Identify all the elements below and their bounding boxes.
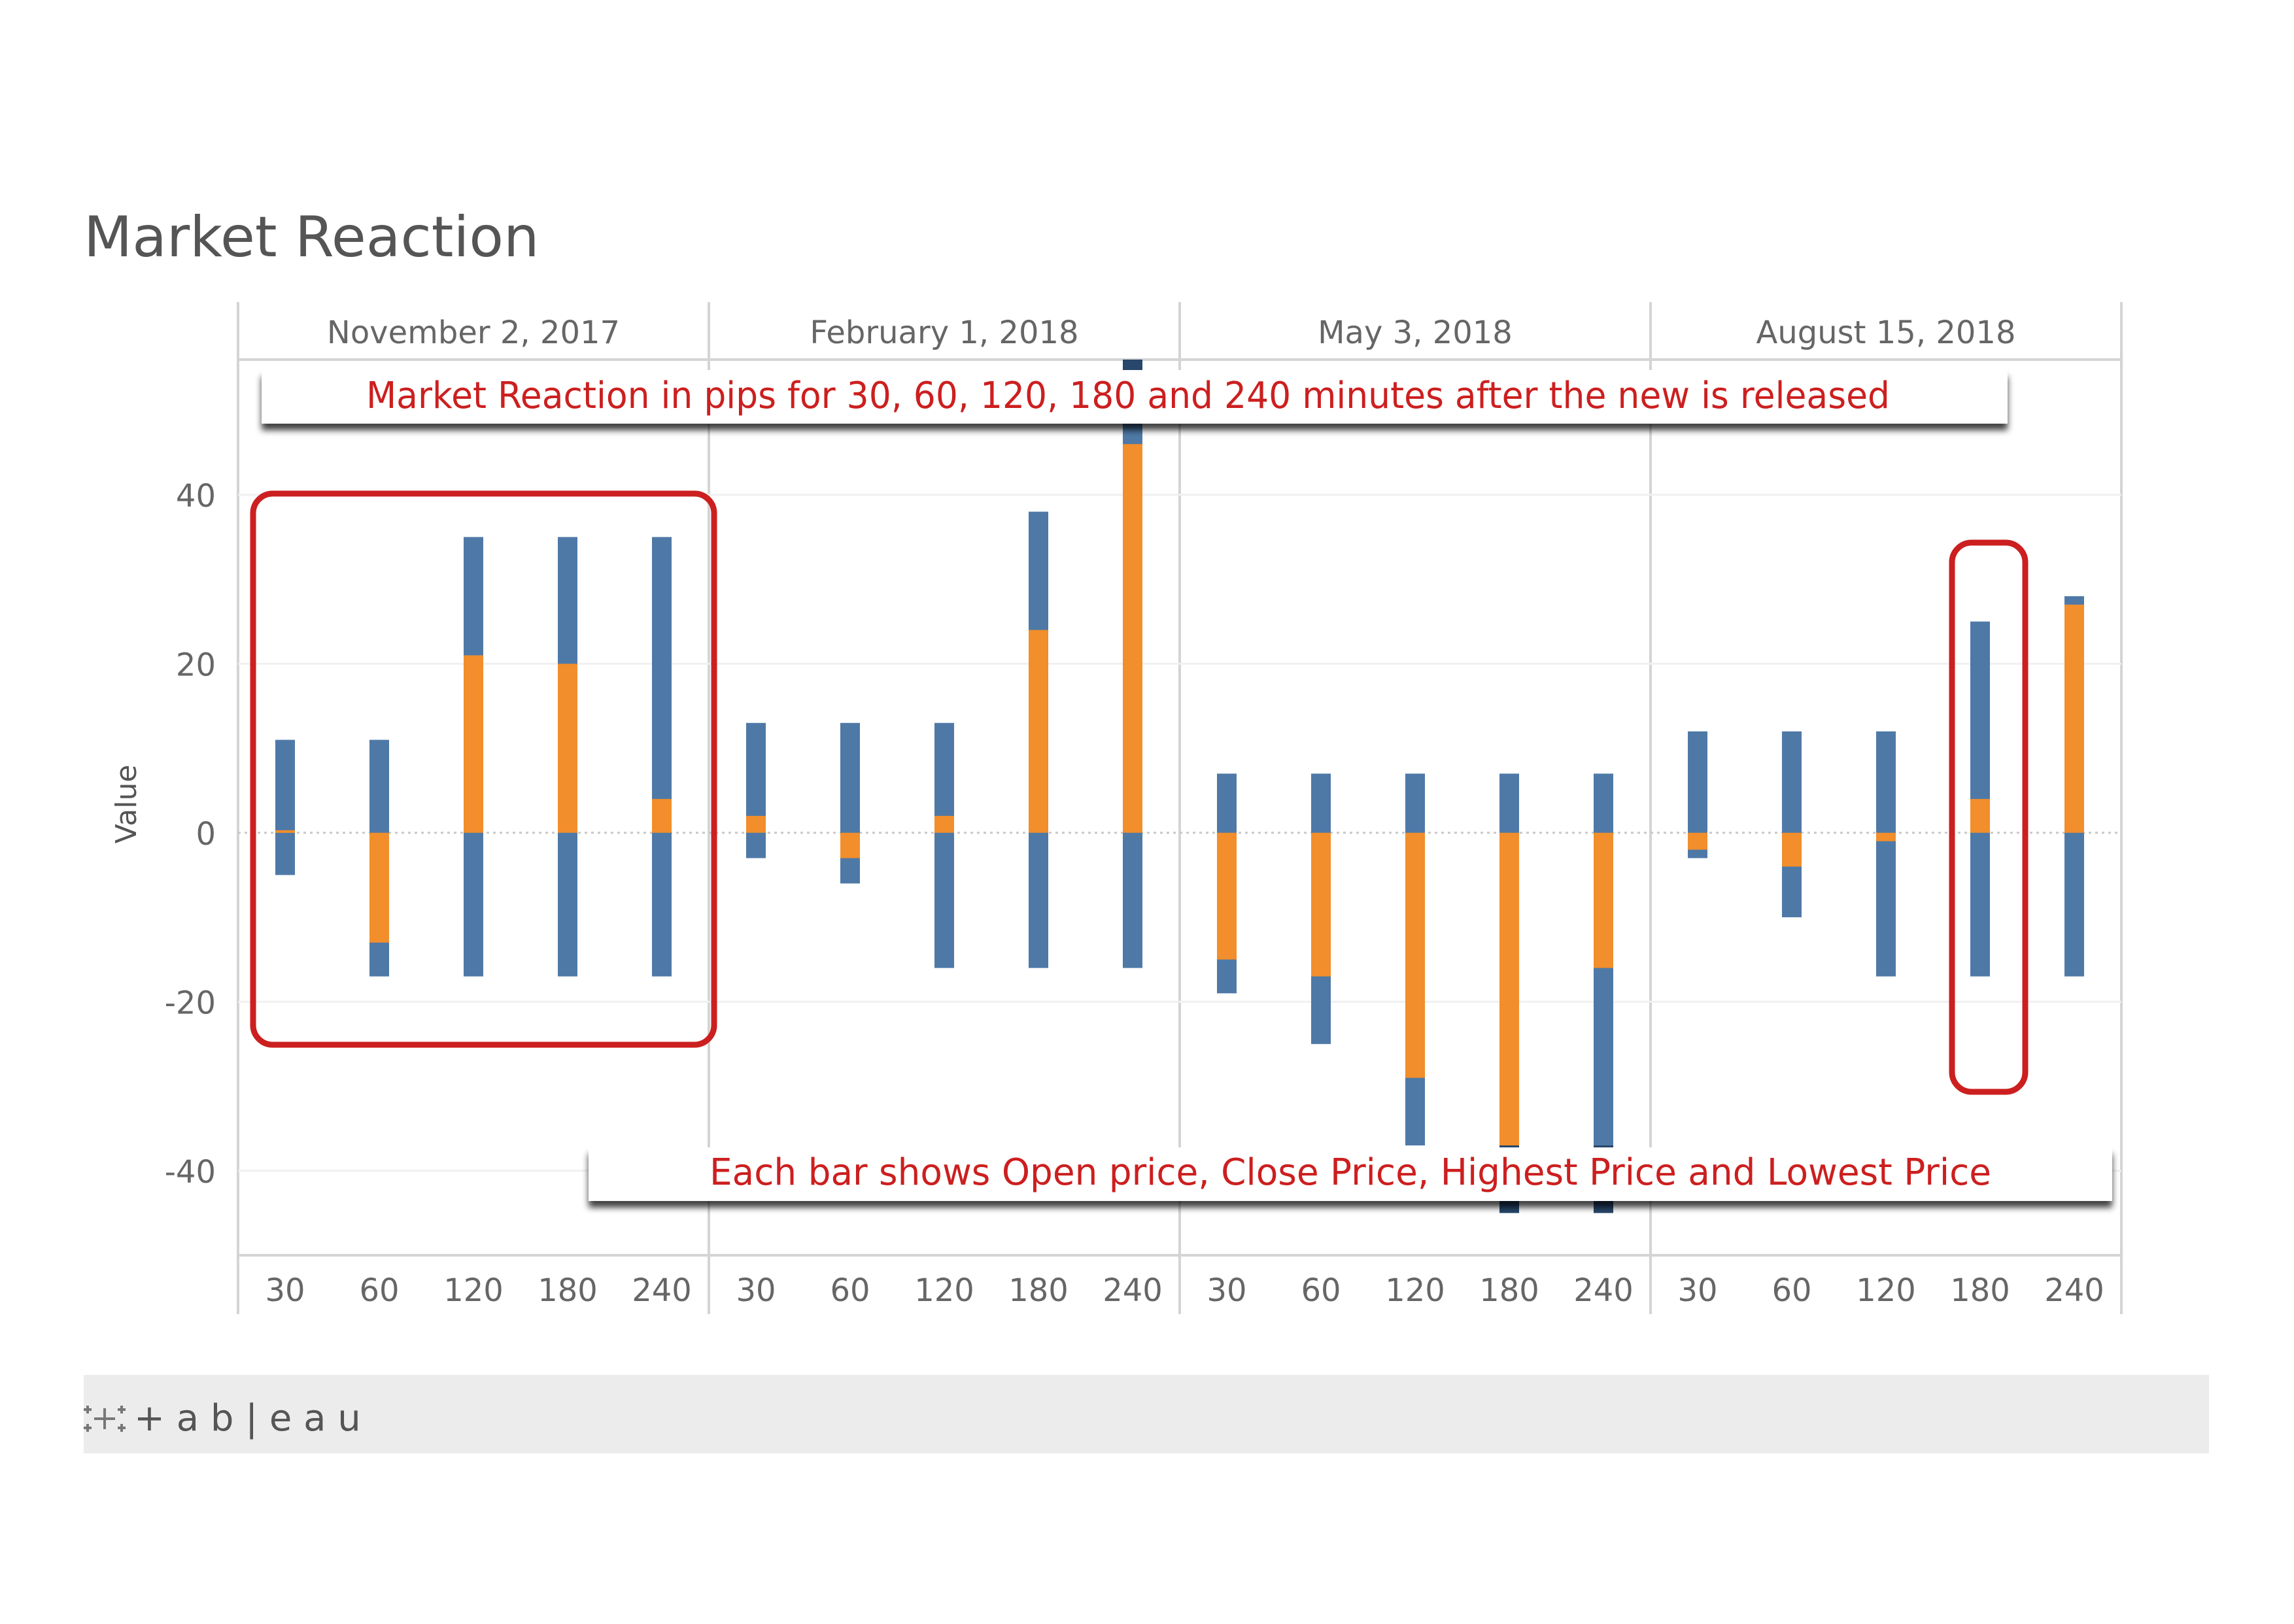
open-close-body — [464, 655, 483, 833]
caption-callout: Each bar shows Open price, Close Price, … — [589, 1147, 2112, 1201]
x-tick-label: 180 — [1479, 1272, 1539, 1309]
open-close-body — [652, 799, 672, 833]
panel-header-label: November 2, 2017 — [327, 314, 620, 351]
open-close-body — [934, 815, 954, 833]
open-close-body — [1123, 444, 1142, 833]
page-title: Market Reaction — [84, 205, 539, 270]
market-reaction-chart: Market Reaction 40 20 0 -20 -40 November 2, 2… — [84, 205, 2209, 1453]
range-bar — [746, 722, 766, 858]
range-bar — [1782, 731, 1802, 918]
panel-header-label: August 15, 2018 — [1756, 314, 2016, 351]
x-tick-label: 180 — [1950, 1272, 2010, 1309]
y-axis-label: Value — [110, 765, 143, 844]
caption-annotation: Each bar shows Open price, Close Price, … — [710, 1151, 1991, 1194]
range-bar — [652, 537, 672, 977]
open-close-body — [1970, 799, 1990, 833]
x-tick-label: 180 — [1008, 1272, 1069, 1309]
x-tick-label: 120 — [443, 1272, 504, 1309]
range-bar — [1876, 731, 1896, 977]
y-tick-label: 0 — [196, 816, 216, 853]
open-close-body — [1311, 832, 1331, 977]
open-close-body — [1594, 832, 1613, 968]
open-close-body — [2064, 604, 2084, 833]
open-close-body — [558, 664, 577, 833]
range-bar — [275, 739, 295, 875]
x-tick-label: 240 — [632, 1272, 692, 1309]
x-tick-label: 120 — [1856, 1272, 1916, 1309]
x-tick-label: 240 — [2044, 1272, 2104, 1309]
open-close-body — [369, 832, 389, 943]
open-close-body — [1217, 832, 1237, 960]
x-tick-label: 30 — [1677, 1272, 1717, 1309]
open-close-body — [1029, 630, 1048, 833]
open-close-body — [1688, 832, 1707, 850]
y-tick-label: -40 — [165, 1154, 216, 1191]
x-tick-label: 30 — [1207, 1272, 1246, 1309]
x-tick-label: 120 — [914, 1272, 974, 1309]
open-close-body — [1405, 832, 1425, 1078]
subtitle-annotation: Market Reaction in pips for 30, 60, 120,… — [366, 375, 1890, 417]
range-bar — [840, 722, 860, 884]
y-tick-label: -20 — [165, 985, 216, 1021]
footer-bar — [84, 1375, 2209, 1453]
panel-header-label: February 1, 2018 — [810, 314, 1078, 351]
chart-stage: Market Reaction 40 20 0 -20 -40 November 2, 2… — [0, 0, 2294, 1621]
x-tick-label: 120 — [1385, 1272, 1445, 1309]
x-tick-label: 60 — [830, 1272, 870, 1309]
open-close-body — [1499, 832, 1519, 1145]
x-tick-label: 60 — [1301, 1272, 1341, 1309]
y-tick-label: 20 — [176, 647, 216, 683]
highlight-box-november — [250, 490, 717, 1048]
panel-header-label: May 3, 2018 — [1318, 314, 1513, 351]
x-tick-label: 240 — [1103, 1272, 1163, 1309]
open-close-body — [1876, 832, 1896, 841]
tableau-logo-text: + a b | e a u — [134, 1397, 361, 1440]
x-tick-label: 60 — [359, 1272, 399, 1309]
x-tick-label: 60 — [1772, 1272, 1811, 1309]
open-close-body — [1782, 832, 1802, 867]
open-close-body — [275, 830, 295, 833]
y-tick-label: 40 — [176, 478, 216, 515]
open-close-body — [840, 832, 860, 858]
open-close-body — [746, 815, 766, 833]
x-tick-label: 30 — [736, 1272, 776, 1309]
range-bar — [934, 722, 954, 968]
x-tick-label: 30 — [265, 1272, 305, 1309]
x-tick-label: 240 — [1573, 1272, 1634, 1309]
subtitle-callout: Market Reaction in pips for 30, 60, 120,… — [262, 370, 2008, 424]
x-tick-label: 180 — [538, 1272, 598, 1309]
